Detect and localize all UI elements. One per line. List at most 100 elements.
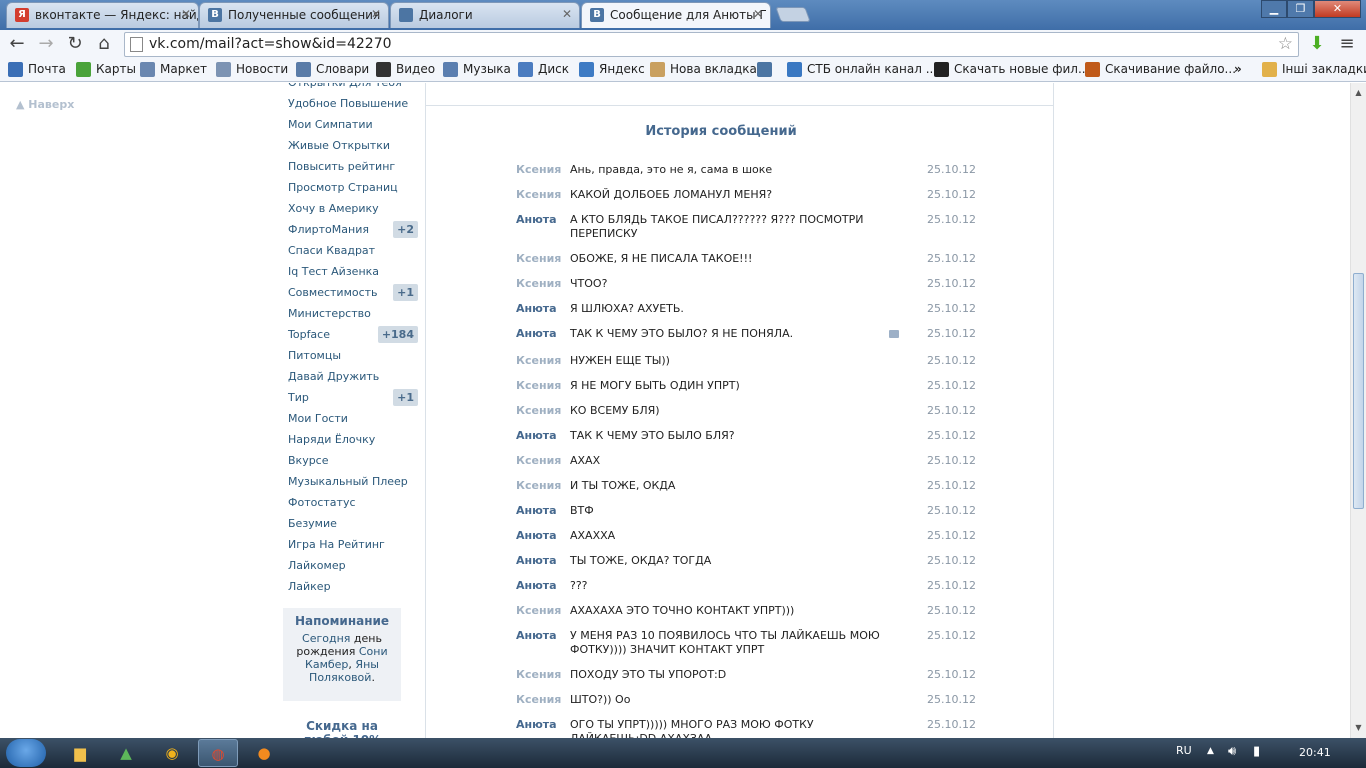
message-row[interactable]: Ксения И ТЫ ТОЖЕ, ОКДА 25.10.12: [516, 477, 986, 502]
message-author-link[interactable]: Анюта: [516, 529, 557, 542]
message-date[interactable]: 25.10.12: [927, 479, 976, 492]
bookmark-item[interactable]: Диск: [518, 62, 569, 77]
message-author-link[interactable]: Ксения: [516, 277, 561, 290]
message-row[interactable]: Ксения АХАХАХА ЭТО ТОЧНО КОНТАКТ УПРТ))) 2…: [516, 602, 986, 627]
message-author-link[interactable]: Анюта: [516, 213, 557, 226]
reminder-today-link[interactable]: Сегодня: [302, 632, 350, 645]
explorer-taskbar-icon[interactable]: ▆: [60, 739, 100, 767]
power-icon[interactable]: ▮: [1253, 744, 1260, 759]
sidebar-app-item[interactable]: Спаси Квадрат: [288, 240, 418, 261]
message-icon[interactable]: [889, 330, 899, 338]
sidebar-app-item[interactable]: Игра На Рейтинг: [288, 534, 418, 555]
bookmark-item[interactable]: Яндекс: [579, 62, 645, 77]
sidebar-app-item[interactable]: Лайкомер: [288, 555, 418, 576]
new-tab-button[interactable]: [775, 7, 811, 22]
tab-received-messages[interactable]: B Полученные сообщения ✕: [199, 2, 389, 28]
message-author-link[interactable]: Ксения: [516, 668, 561, 681]
message-author-link[interactable]: Ксения: [516, 163, 561, 176]
download-extension-icon[interactable]: ⬇: [1306, 33, 1328, 55]
message-row[interactable]: Ксения Я НЕ МОГУ БЫТЬ ОДИН УПРТ) 25.10.12: [516, 377, 986, 402]
message-author-link[interactable]: Ксения: [516, 188, 561, 201]
message-date[interactable]: 25.10.12: [927, 163, 976, 176]
message-row[interactable]: Ксения КО ВСЕМУ БЛЯ) 25.10.12: [516, 402, 986, 427]
message-date[interactable]: 25.10.12: [927, 252, 976, 265]
message-row[interactable]: Анюта Я ШЛЮХА? АХУЕТЬ. 25.10.12: [516, 300, 986, 325]
sidebar-app-item[interactable]: Министерство: [288, 303, 418, 324]
message-date[interactable]: 25.10.12: [927, 429, 976, 442]
back-button[interactable]: ←: [6, 33, 28, 55]
message-row[interactable]: Ксения АХАХ 25.10.12: [516, 452, 986, 477]
scroll-down-arrow-icon[interactable]: ▼: [1351, 720, 1366, 736]
sidebar-app-item[interactable]: Повысить рейтинг: [288, 156, 418, 177]
message-date[interactable]: 25.10.12: [927, 454, 976, 467]
sidebar-app-item[interactable]: Наряди Ёлочку: [288, 429, 418, 450]
minimize-button[interactable]: ▁: [1261, 0, 1287, 18]
message-author-link[interactable]: Анюта: [516, 302, 557, 315]
message-date[interactable]: 25.10.12: [927, 277, 976, 290]
message-row[interactable]: Анюта ВТФ 25.10.12: [516, 502, 986, 527]
tab-message-for-anyuta[interactable]: B Сообщение для Анюты Г ✕: [581, 2, 771, 28]
sidebar-app-item[interactable]: Фотостатус: [288, 492, 418, 513]
bookmark-item[interactable]: Маркет: [140, 62, 207, 77]
message-row[interactable]: Анюта АХАХХА 25.10.12: [516, 527, 986, 552]
message-date[interactable]: 25.10.12: [927, 529, 976, 542]
message-author-link[interactable]: Анюта: [516, 579, 557, 592]
menu-wrench-icon[interactable]: ≡: [1336, 33, 1358, 55]
message-date[interactable]: 25.10.12: [927, 327, 976, 340]
sidebar-app-item[interactable]: Безумие: [288, 513, 418, 534]
sidebar-app-item[interactable]: Topface +184: [288, 324, 418, 345]
forward-button[interactable]: →: [35, 33, 57, 55]
message-author-link[interactable]: Ксения: [516, 404, 561, 417]
message-author-link[interactable]: Ксения: [516, 604, 561, 617]
bookmark-item[interactable]: Словари: [296, 62, 369, 77]
message-row[interactable]: Ксения ШТО?)) Оо 25.10.12: [516, 691, 986, 716]
sidebar-app-item[interactable]: Просмотр Страниц: [288, 177, 418, 198]
bookmark-item[interactable]: Карты: [76, 62, 136, 77]
bookmarks-more-button[interactable]: »: [1234, 62, 1242, 76]
message-date[interactable]: 25.10.12: [927, 693, 976, 706]
sidebar-app-item[interactable]: Iq Тест Айзенка: [288, 261, 418, 282]
bookmark-item[interactable]: Скачать новые фил...: [934, 62, 1089, 77]
bookmark-item[interactable]: Інші закладки: [1262, 62, 1366, 77]
sidebar-app-item[interactable]: Живые Открытки: [288, 135, 418, 156]
tab-dialogs[interactable]: Диалоги ✕: [390, 2, 580, 28]
close-icon[interactable]: ✕: [181, 7, 191, 21]
message-author-link[interactable]: Ксения: [516, 354, 561, 367]
message-row[interactable]: Ксения ЧТОО? 25.10.12: [516, 275, 986, 300]
scroll-to-top-link[interactable]: ▲ Наверх: [16, 98, 74, 111]
sidebar-app-item[interactable]: Удобное Повышение: [288, 93, 418, 114]
sidebar-app-item[interactable]: Мои Гости: [288, 408, 418, 429]
message-row[interactable]: Анюта ОГО ТЫ УПРТ))))) МНОГО РАЗ МОЮ ФОТК…: [516, 716, 986, 738]
bookmark-item[interactable]: Новости: [216, 62, 288, 77]
sidebar-app-item[interactable]: Хочу в Америку: [288, 198, 418, 219]
message-row[interactable]: Ксения КАКОЙ ДОЛБОЕБ ЛОМАНУЛ МЕНЯ? 25.10.1…: [516, 186, 986, 211]
reload-button[interactable]: ↻: [64, 33, 86, 55]
message-author-link[interactable]: Анюта: [516, 327, 557, 340]
scrollbar-thumb[interactable]: [1353, 273, 1364, 509]
sidebar-app-item[interactable]: Давай Дружить: [288, 366, 418, 387]
discount-promo[interactable]: Скидка на любой 10%: [283, 719, 401, 738]
chrome-taskbar-icon[interactable]: ◍: [198, 739, 238, 767]
message-row[interactable]: Анюта??? 25.10.12: [516, 577, 986, 602]
media-taskbar-icon[interactable]: ◉: [152, 739, 192, 767]
close-icon[interactable]: ✕: [753, 7, 763, 21]
bookmark-item[interactable]: Музыка: [443, 62, 511, 77]
message-author-link[interactable]: Анюта: [516, 429, 557, 442]
maximize-button[interactable]: ❐: [1287, 0, 1314, 18]
message-date[interactable]: 25.10.12: [927, 604, 976, 617]
message-date[interactable]: 25.10.12: [927, 554, 976, 567]
sidebar-app-item[interactable]: Питомцы: [288, 345, 418, 366]
message-date[interactable]: 25.10.12: [927, 379, 976, 392]
sidebar-app-item[interactable]: ФлиртоМания +2: [288, 219, 418, 240]
message-author-link[interactable]: Ксения: [516, 252, 561, 265]
message-date[interactable]: 25.10.12: [927, 213, 976, 226]
language-indicator[interactable]: RU: [1176, 744, 1192, 757]
message-author-link[interactable]: Ксения: [516, 479, 561, 492]
message-author-link[interactable]: Ксения: [516, 454, 561, 467]
home-button[interactable]: ⌂: [93, 33, 115, 55]
close-window-button[interactable]: ✕: [1314, 0, 1361, 18]
bookmark-item[interactable]: Почта: [8, 62, 66, 77]
firefox-taskbar-icon[interactable]: ●: [244, 739, 284, 767]
message-date[interactable]: 25.10.12: [927, 354, 976, 367]
message-date[interactable]: 25.10.12: [927, 718, 976, 731]
